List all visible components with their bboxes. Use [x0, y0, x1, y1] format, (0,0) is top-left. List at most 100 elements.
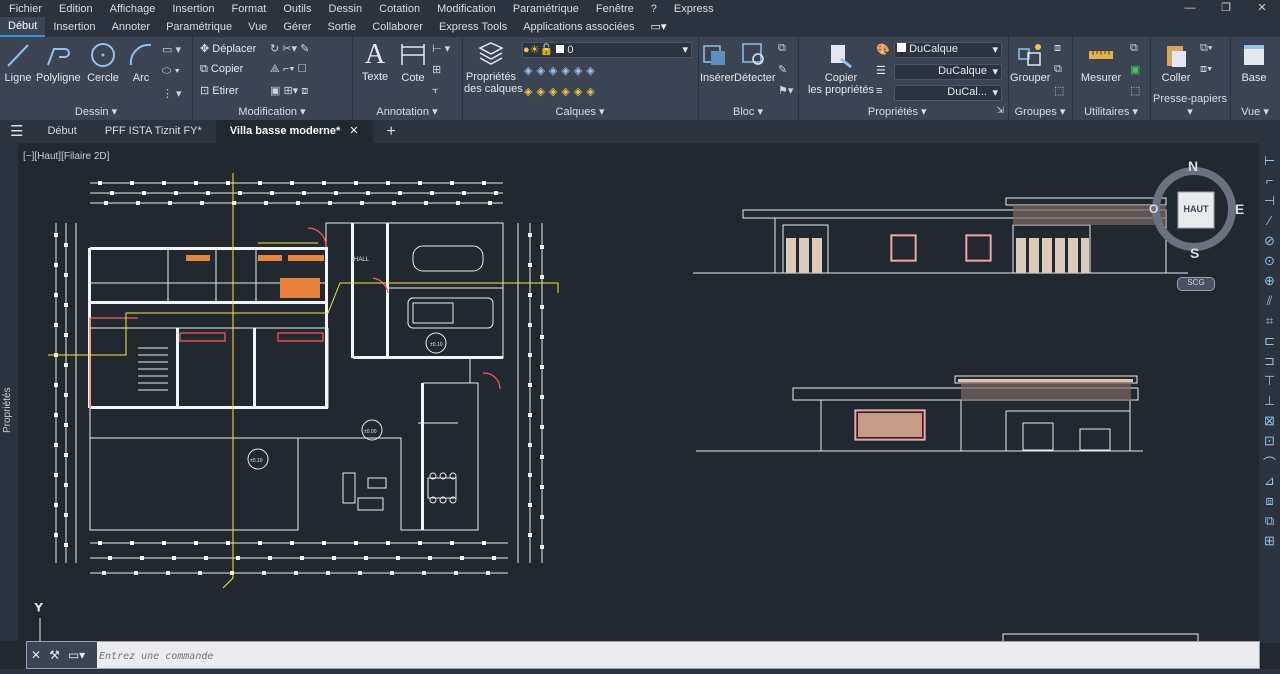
osnap-tool-icon[interactable]: ⊣	[1262, 193, 1277, 209]
polyline-tool[interactable]: Polyligne	[36, 41, 81, 84]
dialog-launcher-icon[interactable]: ⇲	[996, 105, 1004, 116]
compass-north[interactable]: N	[1188, 158, 1198, 174]
layer-tools-row1[interactable]: ◈◈◈◈◈◈	[524, 64, 599, 77]
ribbon-tab-8[interactable]: Express Tools	[431, 17, 515, 37]
ribbon-tab-7[interactable]: Collaborer	[364, 17, 431, 37]
menu-12[interactable]: Express	[665, 3, 722, 15]
menu-11[interactable]: ?	[642, 3, 665, 15]
osnap-tool-icon[interactable]: ⊠	[1262, 413, 1277, 429]
menu-6[interactable]: Dessin	[320, 3, 371, 15]
menu-5[interactable]: Outils	[274, 3, 319, 15]
rotate-icon[interactable]: ↻ ✂▾ ✎	[270, 42, 309, 55]
insert-button[interactable]: Insérer	[700, 41, 734, 84]
command-input[interactable]	[97, 645, 701, 667]
table-icon[interactable]: ⊞	[432, 63, 441, 76]
osnap-tool-icon[interactable]: ⊏	[1262, 333, 1277, 349]
quick-calc-icon[interactable]: ▣	[1130, 63, 1140, 76]
menu-8[interactable]: Modification	[428, 3, 504, 15]
layer-properties-button[interactable]: Propriétés des calques	[464, 40, 523, 95]
osnap-tool-icon[interactable]: ⊡	[1262, 433, 1277, 449]
arc-tool[interactable]: Arc	[126, 41, 156, 84]
menu-1[interactable]: Edition	[50, 3, 101, 15]
menu-0[interactable]: Fichier	[0, 3, 50, 15]
layer-tools-row2[interactable]: ◈◈◈◈◈◈	[524, 85, 599, 98]
wcs-menu[interactable]: SCG	[1177, 277, 1215, 291]
ribbon-tab-0[interactable]: Début	[0, 17, 46, 37]
copy-button[interactable]: ⧉ Copier	[200, 63, 243, 76]
measure-button[interactable]: Mesurer	[1078, 41, 1124, 84]
new-tab-icon[interactable]: +	[373, 120, 410, 143]
compass-west[interactable]: O	[1149, 202, 1158, 216]
base-view-button[interactable]: Base	[1236, 41, 1272, 84]
osnap-tool-icon[interactable]: ⧈	[1262, 493, 1277, 509]
ribbon-tab-5[interactable]: Gérer	[275, 17, 319, 37]
multileader-icon[interactable]: ⫟	[432, 84, 439, 97]
menu-4[interactable]: Format	[223, 3, 275, 15]
menu-2[interactable]: Affichage	[101, 3, 164, 15]
grid-icon[interactable]: ⋮ ▾	[162, 87, 182, 100]
select-all-icon[interactable]: ⬚	[1130, 84, 1140, 97]
menu-7[interactable]: Cotation	[370, 3, 428, 15]
drawing-canvas[interactable]: [−][Haut][Filaire 2D] Y HALL ±0.10 ±0.00…	[18, 143, 1259, 643]
ungroup-icon[interactable]: ⧈	[1054, 42, 1061, 55]
viewcube-face[interactable]: HAUT	[1178, 204, 1214, 214]
osnap-tool-icon[interactable]: ⫽	[1262, 293, 1277, 309]
leader-icon[interactable]: ⊢ ▾	[432, 42, 450, 55]
group-edit-icon[interactable]: ⧉	[1054, 63, 1062, 76]
ribbon-tab-1[interactable]: Insertion	[45, 17, 103, 37]
rectangle-icon[interactable]: ▭ ▾	[162, 43, 181, 56]
osnap-tool-icon[interactable]: ∕	[1262, 213, 1277, 228]
block-create-icon[interactable]: ⧉	[778, 42, 786, 55]
minimize-icon[interactable]: —	[1172, 0, 1208, 17]
ribbon-tab-9[interactable]: Applications associées	[515, 17, 642, 37]
viewcube[interactable]: HAUT N E S O SCG	[1146, 158, 1244, 291]
ribbon-tab-6[interactable]: Sortie	[319, 17, 364, 37]
osnap-tool-icon[interactable]: ⊤	[1262, 373, 1277, 389]
doc-tab-start[interactable]: Début	[33, 120, 90, 143]
close-tab-icon[interactable]: ✕	[349, 125, 358, 137]
color-dropdown[interactable]: DuCalque ▾	[894, 42, 1002, 58]
group-button[interactable]: Grouper	[1010, 41, 1050, 84]
ribbon-tab-4[interactable]: Vue	[240, 17, 275, 37]
menu-9[interactable]: Paramétrique	[504, 3, 587, 15]
osnap-tool-icon[interactable]: ⊐	[1262, 353, 1277, 369]
stretch-button[interactable]: ⊡ Etirer	[200, 84, 239, 97]
recent-commands-icon[interactable]: ▭▾	[68, 648, 85, 662]
osnap-tool-icon[interactable]: ⌐	[1262, 173, 1277, 188]
match-properties-button[interactable]: Copier les propriétés	[806, 41, 876, 96]
dimension-tool[interactable]: Cote	[396, 41, 430, 84]
color-picker-icon[interactable]: 🎨	[876, 43, 890, 56]
osnap-tool-icon[interactable]: ⊘	[1262, 233, 1277, 249]
detect-button[interactable]: Détecter	[734, 41, 776, 84]
close-icon[interactable]: ✕	[1244, 0, 1280, 17]
osnap-tool-icon[interactable]: ⊙	[1262, 253, 1277, 269]
osnap-tool-icon[interactable]: ⌒	[1262, 453, 1277, 472]
compass-south[interactable]: S	[1190, 245, 1199, 261]
compass-east[interactable]: E	[1235, 201, 1244, 217]
osnap-tool-icon[interactable]: ⊕	[1262, 273, 1277, 289]
lineweight-dropdown[interactable]: DuCal... ▾	[894, 85, 1002, 101]
osnap-tool-icon[interactable]: ⊥	[1262, 393, 1277, 409]
id-point-icon[interactable]: ⧉	[1130, 42, 1138, 55]
menu-3[interactable]: Insertion	[163, 3, 222, 15]
ribbon-tab-2[interactable]: Annoter	[104, 17, 159, 37]
linetype-dropdown[interactable]: DuCalque ▾	[894, 64, 1002, 80]
osnap-tool-icon[interactable]: ⊢	[1262, 153, 1277, 169]
osnap-tool-icon[interactable]: ⊿	[1262, 473, 1277, 489]
restore-icon[interactable]: ❐	[1208, 0, 1244, 17]
mirror-icon[interactable]: ⟁ ⌐▾ ▢	[270, 63, 307, 76]
cut-icon[interactable]: ⧉▾	[1200, 42, 1212, 55]
text-tool[interactable]: A Texte	[358, 39, 392, 83]
hatch-icon[interactable]: ⬭ ▾	[162, 65, 180, 78]
line-tool[interactable]: Ligne	[3, 41, 33, 84]
move-button[interactable]: ✥ Déplacer	[200, 42, 256, 55]
osnap-tool-icon[interactable]: ⧉	[1262, 513, 1277, 529]
osnap-tool-icon[interactable]: ⊞	[1262, 533, 1277, 549]
block-edit-icon[interactable]: ✎	[778, 63, 787, 76]
menu-10[interactable]: Fenêtre	[587, 3, 642, 15]
properties-palette-collapsed[interactable]: Propriétés	[0, 143, 18, 641]
layer-dropdown[interactable]: ●☀🔓 0 ▾	[522, 42, 692, 58]
hamburger-menu-icon[interactable]: ☰	[0, 120, 33, 143]
close-icon[interactable]: ✕	[31, 648, 41, 662]
group-select-icon[interactable]: ⬚	[1054, 84, 1064, 97]
